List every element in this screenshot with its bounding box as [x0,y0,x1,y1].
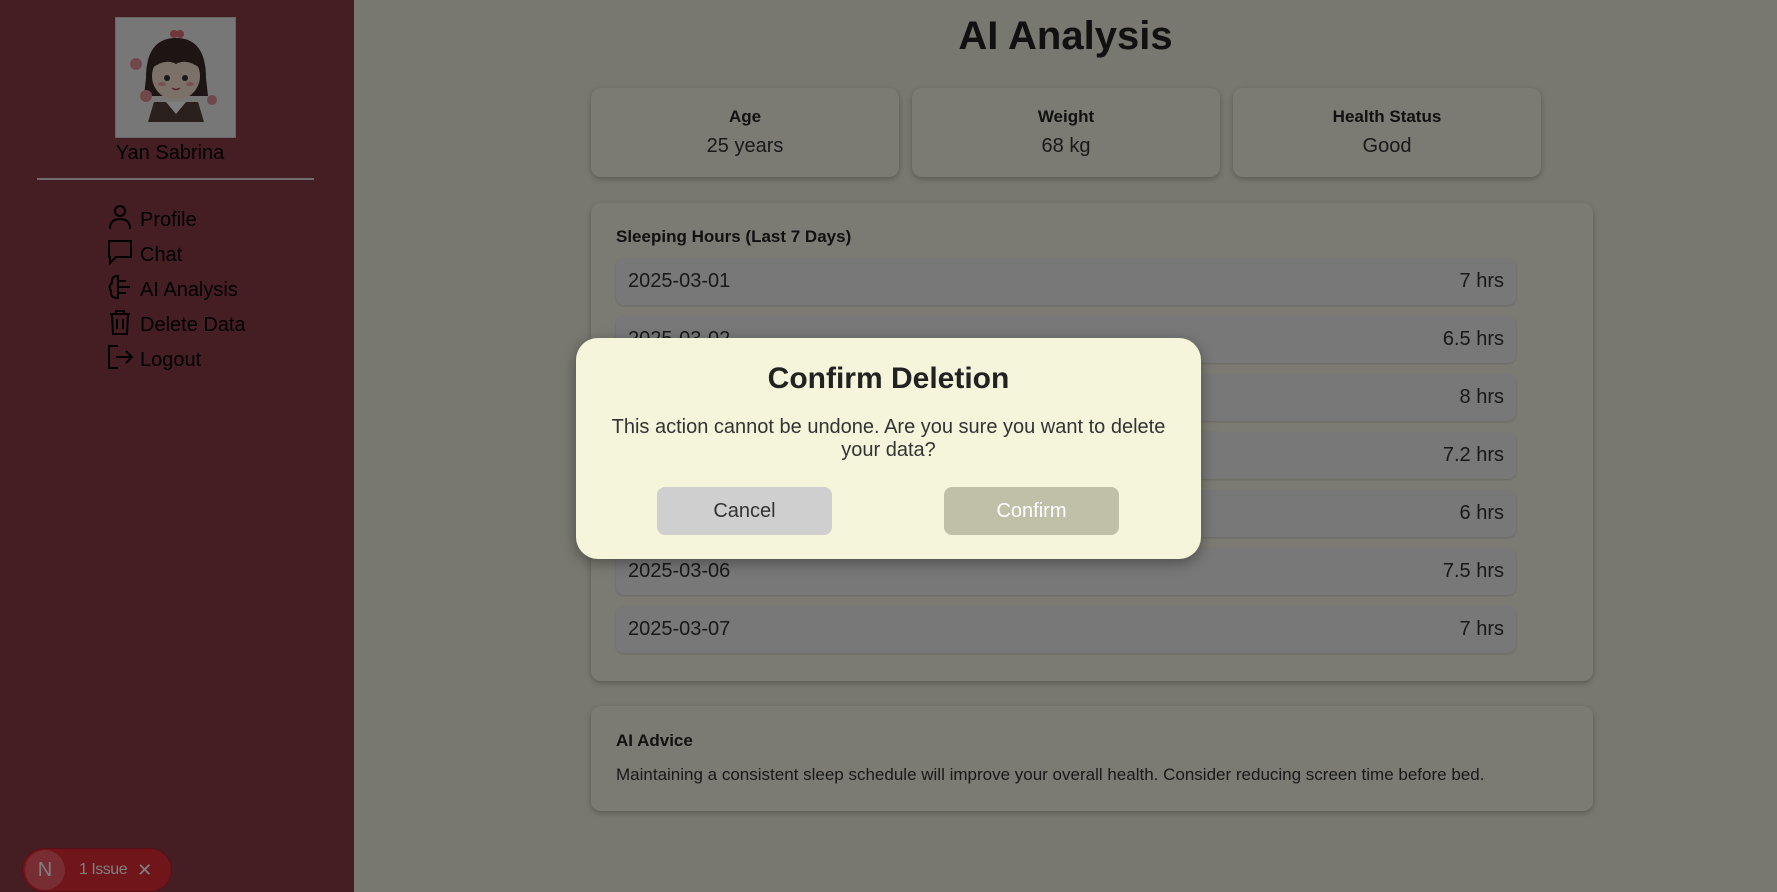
confirm-deletion-dialog: Confirm Deletion This action cannot be u… [576,338,1201,559]
cancel-button[interactable]: Cancel [657,487,832,535]
confirm-button[interactable]: Confirm [944,487,1119,535]
modal-title: Confirm Deletion [767,362,1010,395]
modal-message: This action cannot be undone. Are you su… [611,416,1166,461]
